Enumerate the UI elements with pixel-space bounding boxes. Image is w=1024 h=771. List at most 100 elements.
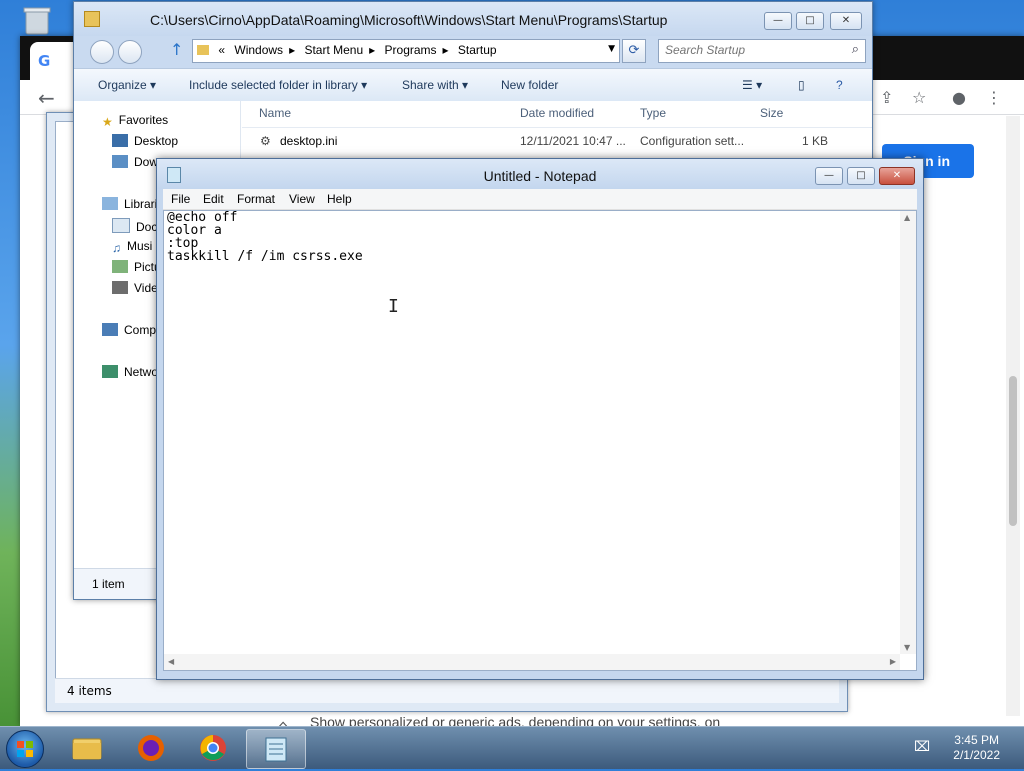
- network-tray-icon[interactable]: ⌧: [914, 739, 930, 755]
- menu-file[interactable]: File: [171, 192, 190, 206]
- breadcrumb-item[interactable]: Programs: [385, 43, 437, 57]
- star-icon: ★: [102, 115, 113, 129]
- firefox-icon: [138, 735, 164, 761]
- taskbar-firefox[interactable]: [122, 729, 180, 767]
- breadcrumb-item[interactable]: Windows: [234, 43, 283, 57]
- computer-icon: [102, 323, 118, 336]
- preview-pane-icon[interactable]: ▯: [798, 78, 805, 92]
- folder-small-icon: [197, 45, 209, 55]
- scroll-left-icon[interactable]: ◀: [168, 657, 174, 666]
- videos-icon: [112, 281, 128, 294]
- address-dropdown-icon[interactable]: ▼: [608, 44, 615, 54]
- recycle-bin-icon[interactable]: [18, 6, 56, 36]
- breadcrumb-item[interactable]: Startup: [458, 43, 497, 57]
- bookmark-star-icon[interactable]: ☆: [912, 88, 926, 107]
- text-editor[interactable]: @echo off color a :top taskkill /f /im c…: [163, 210, 917, 671]
- scroll-right-icon[interactable]: ▶: [890, 657, 896, 666]
- new-folder-button[interactable]: New folder: [501, 78, 558, 92]
- nav-downloads[interactable]: Dow: [112, 155, 158, 169]
- breadcrumb: « Windows ▸ Start Menu ▸ Programs ▸ Startup: [197, 43, 503, 57]
- nav-pictures[interactable]: Pictu: [112, 260, 161, 274]
- column-size[interactable]: Size: [760, 106, 783, 120]
- scroll-thumb[interactable]: [1009, 376, 1017, 526]
- menu-format[interactable]: Format: [237, 192, 275, 206]
- profile-avatar-icon[interactable]: ●: [952, 88, 966, 107]
- search-input[interactable]: [665, 43, 835, 57]
- file-row[interactable]: ⚙ desktop.ini 12/11/2021 10:47 ... Confi…: [242, 131, 872, 153]
- nav-computer[interactable]: Comp: [102, 323, 156, 337]
- view-options-icon[interactable]: ☰ ▾: [742, 78, 762, 92]
- forward-button[interactable]: [118, 40, 142, 64]
- nav-desktop[interactable]: Desktop: [112, 134, 178, 148]
- maximize-button[interactable]: □: [796, 12, 824, 30]
- nav-network[interactable]: Netwo: [102, 365, 158, 379]
- scroll-up-icon[interactable]: ▲: [904, 213, 910, 222]
- refresh-icon[interactable]: ⟳: [622, 39, 646, 63]
- share-with-button[interactable]: Share with ▾: [402, 78, 468, 92]
- clock-time: 3:45 PM: [954, 733, 999, 747]
- nav-music[interactable]: ♫ Musi: [112, 239, 152, 255]
- menu-help[interactable]: Help: [327, 192, 352, 206]
- notepad-titlebar[interactable]: Untitled - Notepad — □ ✕: [157, 159, 923, 189]
- nav-videos[interactable]: Vide: [112, 281, 158, 295]
- help-icon[interactable]: ?: [836, 78, 843, 92]
- clock-date: 2/1/2022: [953, 748, 1000, 762]
- share-icon[interactable]: ⇪: [880, 88, 893, 107]
- explorer-title: C:\Users\Cirno\AppData\Roaming\Microsoft…: [150, 12, 668, 28]
- scroll-down-icon[interactable]: ▼: [904, 643, 910, 652]
- downloads-icon: [112, 155, 128, 168]
- minimize-button[interactable]: —: [764, 12, 792, 30]
- search-icon: ⌕: [851, 42, 859, 57]
- notepad-window: Untitled - Notepad — □ ✕ File Edit Forma…: [156, 158, 924, 680]
- kebab-menu-icon[interactable]: ⋮: [986, 88, 1002, 107]
- command-bar: Organize ▾ Include selected folder in li…: [74, 68, 872, 102]
- back-button[interactable]: [90, 40, 114, 64]
- file-type: Configuration sett...: [640, 134, 745, 148]
- nav-libraries[interactable]: Librari: [102, 197, 157, 211]
- breadcrumb-item[interactable]: Start Menu: [304, 43, 363, 57]
- column-date[interactable]: Date modified: [520, 106, 594, 120]
- taskbar-chrome[interactable]: [184, 729, 242, 767]
- taskbar-notepad[interactable]: [246, 729, 306, 769]
- file-list-header: Name Date modified Type Size: [242, 101, 872, 128]
- start-button[interactable]: [6, 730, 44, 768]
- chrome-scrollbar[interactable]: [1006, 116, 1020, 716]
- search-box[interactable]: ⌕: [658, 39, 866, 63]
- column-name[interactable]: Name: [259, 106, 291, 120]
- notepad-title: Untitled - Notepad: [483, 168, 597, 184]
- documents-icon: [112, 218, 130, 233]
- horizontal-scrollbar[interactable]: ◀ ▶: [164, 654, 900, 670]
- maximize-button[interactable]: □: [847, 167, 875, 185]
- clock[interactable]: 3:45 PM 2/1/2022: [953, 733, 1000, 763]
- minimize-button[interactable]: —: [815, 167, 843, 185]
- explorer-back-status: 4 items: [55, 678, 839, 703]
- include-in-library-button[interactable]: Include selected folder in library ▾: [189, 78, 367, 92]
- file-size: 1 KB: [802, 134, 829, 148]
- music-icon: ♫: [112, 241, 121, 255]
- close-button[interactable]: ✕: [830, 12, 862, 30]
- explorer-titlebar[interactable]: C:\Users\Cirno\AppData\Roaming\Microsoft…: [74, 2, 872, 36]
- nav-favorites[interactable]: ★ Favorites: [102, 113, 168, 129]
- back-arrow-icon[interactable]: ←: [38, 86, 55, 110]
- file-name: desktop.ini: [280, 134, 338, 148]
- menu-bar: File Edit Format View Help: [163, 189, 917, 210]
- notepad-icon: [265, 737, 287, 762]
- ini-file-icon: ⚙: [260, 134, 271, 148]
- desktop-icon: [112, 134, 128, 147]
- close-button[interactable]: ✕: [879, 167, 915, 185]
- menu-view[interactable]: View: [289, 192, 315, 206]
- file-date: 12/11/2021 10:47 ...: [520, 134, 626, 148]
- taskbar-explorer[interactable]: [58, 729, 116, 767]
- windows-logo-icon: [17, 741, 33, 757]
- vertical-scrollbar[interactable]: ▲ ▼: [900, 211, 916, 654]
- column-type[interactable]: Type: [640, 106, 666, 120]
- up-arrow-icon[interactable]: ↑: [170, 40, 183, 59]
- organize-button[interactable]: Organize ▾: [98, 78, 156, 92]
- pictures-icon: [112, 260, 128, 273]
- libraries-icon: [102, 197, 118, 210]
- ibeam-cursor-icon: I: [388, 296, 399, 317]
- editor-content[interactable]: @echo off color a :top taskkill /f /im c…: [167, 211, 363, 263]
- address-bar[interactable]: « Windows ▸ Start Menu ▸ Programs ▸ Startup…: [192, 39, 620, 63]
- menu-edit[interactable]: Edit: [203, 192, 224, 206]
- folder-icon: [84, 11, 100, 27]
